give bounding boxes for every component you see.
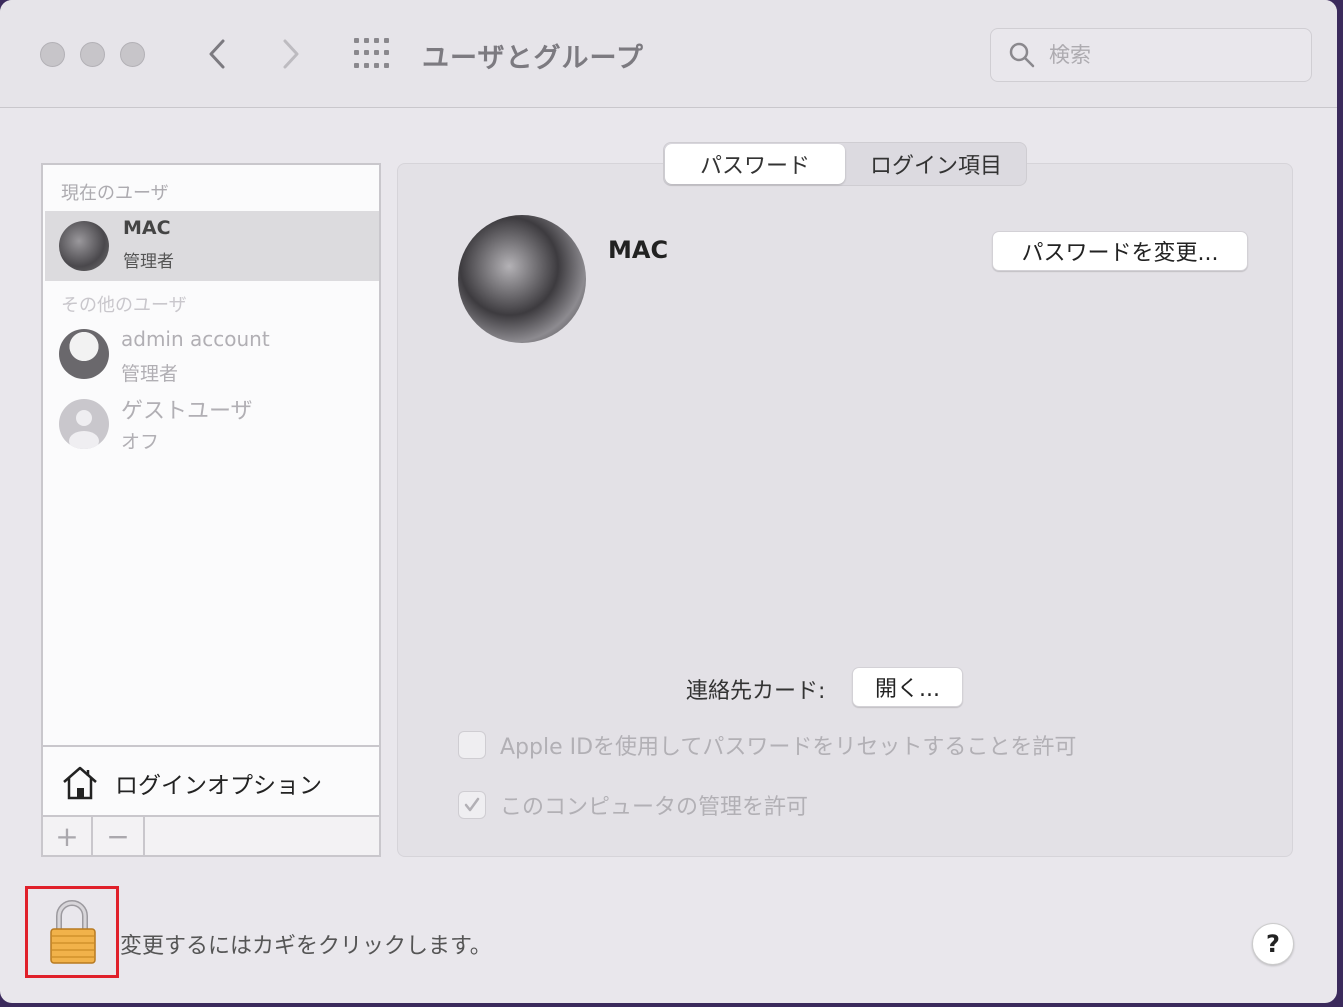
admin-allow-checkbox[interactable] (458, 791, 486, 819)
change-password-button[interactable]: パスワードを変更... (992, 231, 1248, 271)
segmented-tabs: パスワード ログイン項目 (663, 142, 1027, 186)
preferences-window: ユーザとグループ 現在のユーザ MAC 管理者 その他のユーザ admin ac… (0, 0, 1337, 1003)
tab-login-items[interactable]: ログイン項目 (846, 143, 1026, 185)
lock-highlight[interactable] (25, 886, 119, 978)
list-toolbar: + − (43, 815, 379, 855)
lock-icon[interactable] (28, 889, 116, 975)
user-role: 管理者 (121, 363, 179, 385)
chevron-right-icon (283, 39, 299, 69)
other-users-header: その他のユーザ (61, 295, 187, 316)
toolbar: ユーザとグループ (0, 0, 1337, 108)
guest-user-status: オフ (121, 431, 160, 453)
apple-id-reset-checkbox[interactable] (458, 731, 486, 759)
close-window-button[interactable] (40, 42, 65, 67)
forward-button[interactable] (274, 34, 308, 74)
tab-password[interactable]: パスワード (665, 144, 845, 184)
user-name: admin account (121, 327, 270, 351)
user-full-name: MAC (608, 236, 669, 264)
apple-id-reset-option: Apple IDを使用してパスワードをリセットすることを許可 (458, 729, 1076, 761)
search-field[interactable] (990, 28, 1312, 82)
search-icon (1009, 42, 1035, 68)
guest-user-name: ゲストユーザ (121, 399, 253, 424)
guest-user-icon (59, 399, 109, 449)
chevron-left-icon (209, 39, 225, 69)
window-title: ユーザとグループ (422, 43, 644, 74)
current-user-name: MAC (123, 217, 171, 239)
avatar (59, 221, 109, 271)
back-button[interactable] (200, 34, 234, 74)
yin-yang-avatar (59, 329, 109, 379)
current-user-role: 管理者 (123, 252, 174, 272)
zoom-window-button[interactable] (120, 42, 145, 67)
contact-card-label: 連絡先カード: (686, 679, 826, 704)
admin-allow-label: このコンピュータの管理を許可 (500, 795, 809, 820)
search-input[interactable] (1049, 43, 1289, 67)
remove-user-button[interactable]: − (93, 817, 145, 855)
open-contact-card-button[interactable]: 開く... (852, 667, 963, 707)
apple-id-reset-label: Apple IDを使用してパスワードをリセットすることを許可 (500, 735, 1077, 760)
house-icon (63, 766, 97, 800)
login-options-label: ログインオプション (115, 773, 322, 799)
divider (43, 745, 379, 747)
checkmark-icon (464, 797, 480, 812)
user-list: 現在のユーザ MAC 管理者 その他のユーザ admin account 管理者… (41, 163, 381, 857)
login-options-item[interactable]: ログインオプション (61, 761, 322, 805)
help-button[interactable]: ? (1252, 923, 1294, 965)
user-picture[interactable] (458, 215, 586, 343)
lock-instruction-text: 変更するにはカギをクリックします。 (120, 934, 492, 959)
minimize-window-button[interactable] (80, 42, 105, 67)
admin-allow-option: このコンピュータの管理を許可 (458, 789, 808, 821)
show-all-grid-icon[interactable] (354, 38, 392, 70)
add-user-button[interactable]: + (43, 817, 93, 855)
current-user-row[interactable]: MAC 管理者 (45, 211, 379, 281)
current-users-header: 現在のユーザ (61, 183, 169, 204)
